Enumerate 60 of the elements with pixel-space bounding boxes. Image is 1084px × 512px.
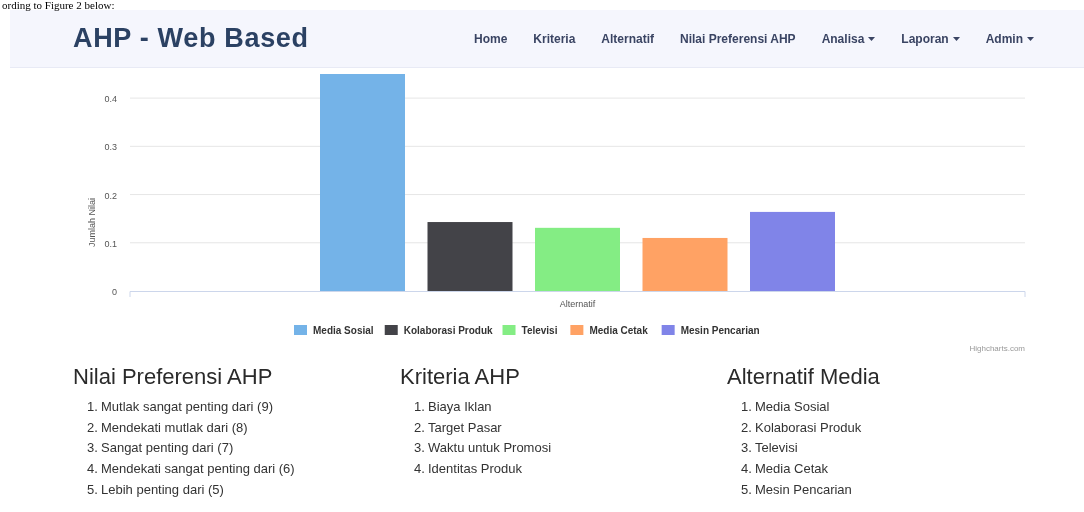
- legend-item[interactable]: Media Cetak: [570, 325, 648, 336]
- section-heading: Kriteria AHP: [400, 363, 521, 391]
- list-item: Lebih penting dari (5): [101, 480, 224, 499]
- brand-title[interactable]: AHP - Web Based: [73, 18, 309, 59]
- legend-item[interactable]: Media Sosial: [294, 325, 374, 336]
- nav-link[interactable]: Kriteria: [533, 29, 576, 48]
- y-tick-label: 0.2: [104, 190, 117, 201]
- list-number: 4.: [87, 460, 99, 479]
- document-text: ording to Figure 2 below:: [1, 0, 116, 10]
- nav-link[interactable]: Laporan: [901, 29, 960, 48]
- legend-label: Media Sosial: [313, 325, 374, 336]
- y-axis-title: Jumlah Nilai: [87, 198, 97, 247]
- list-number: 5.: [87, 480, 99, 499]
- y-tick-label: 0.3: [104, 142, 117, 153]
- nav-link[interactable]: Alternatif: [601, 29, 654, 48]
- list-number: 4.: [414, 460, 426, 479]
- caret-icon: [868, 36, 876, 41]
- list-number: 1.: [414, 398, 426, 416]
- list-number: 4.: [741, 460, 753, 479]
- legend-item[interactable]: Televisi: [502, 325, 558, 336]
- legend-item[interactable]: Kolaborasi Produk: [384, 325, 493, 336]
- list-item: Mendekati sangat penting dari (6): [101, 460, 295, 479]
- legend-label: Televisi: [521, 325, 558, 336]
- section-heading: Alternatif Media: [727, 363, 881, 391]
- list-number: 2.: [414, 418, 426, 437]
- list-item: Mesin Pencarian: [755, 480, 852, 499]
- y-tick-label: 0.4: [104, 94, 117, 105]
- legend-label: Media Cetak: [589, 325, 649, 336]
- y-tick-label: 0: [112, 287, 117, 297]
- y-tick-label: 0.1: [104, 238, 117, 249]
- list-item: Waktu untuk Promosi: [428, 439, 552, 458]
- list-item: Media Cetak: [755, 460, 828, 479]
- nav-link[interactable]: Admin: [985, 29, 1034, 48]
- list-number: 3.: [414, 439, 426, 458]
- list-number: 2.: [87, 418, 99, 437]
- legend-label: Kolaborasi Produk: [403, 325, 494, 336]
- legend-label: Mesin Pencarian: [680, 325, 760, 336]
- list-item: Media Sosial: [755, 398, 830, 416]
- x-axis-title: Alternatif: [559, 299, 596, 309]
- list-item: Mutlak sangat penting dari (9): [101, 398, 273, 416]
- list-item: Sangat penting dari (7): [101, 439, 234, 458]
- list-number: 1.: [87, 398, 99, 416]
- list-item: Televisi: [755, 439, 798, 458]
- caret-icon: [952, 36, 960, 41]
- caret-icon: [1027, 36, 1034, 41]
- list-number: 5.: [741, 480, 753, 499]
- list-number: 3.: [87, 439, 99, 458]
- list-item: Mendekati mutlak dari (8): [101, 418, 248, 437]
- list-item: Target Pasar: [428, 418, 502, 437]
- nav-link[interactable]: Analisa: [821, 29, 876, 48]
- nav-link[interactable]: Home: [473, 29, 508, 48]
- section-heading: Nilai Preferensi AHP: [73, 363, 274, 391]
- list-number: 2.: [741, 418, 753, 437]
- legend-item[interactable]: Mesin Pencarian: [661, 325, 760, 336]
- list-number: 3.: [741, 439, 753, 458]
- nav-link[interactable]: Nilai Preferensi AHP: [680, 29, 796, 48]
- list-item: Kolaborasi Produk: [755, 418, 862, 437]
- list-item: Biaya Iklan: [428, 398, 492, 416]
- list-number: 1.: [741, 398, 753, 416]
- list-item: Identitas Produk: [428, 460, 522, 479]
